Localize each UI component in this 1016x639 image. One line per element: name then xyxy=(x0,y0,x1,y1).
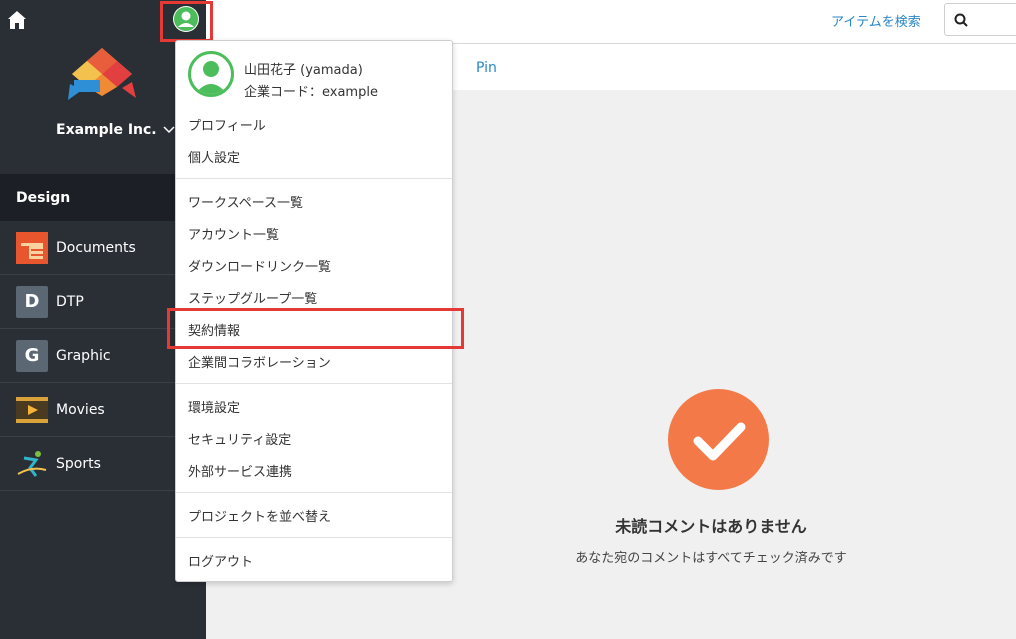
menu-item-profile[interactable]: プロフィール xyxy=(176,108,452,140)
empty-state-title: 未読コメントはありません xyxy=(615,517,807,536)
search-items-link[interactable]: アイテムを検索 xyxy=(831,11,921,30)
menu-item-download-links[interactable]: ダウンロードリンク一覧 xyxy=(176,249,452,281)
search-icon xyxy=(954,13,968,27)
sidebar-item-label: DTP xyxy=(56,293,84,310)
menu-item-personal-settings[interactable]: 個人設定 xyxy=(176,140,452,172)
sidebar-item-label: Documents xyxy=(56,239,136,256)
empty-state-subtitle: あなた宛のコメントはすべてチェック済みです xyxy=(575,551,847,566)
menu-divider xyxy=(176,537,452,538)
sidebar-item-label: Sports xyxy=(56,455,101,472)
company-name: Example Inc. xyxy=(56,122,157,138)
dropdown-company-code: 企業コード：example xyxy=(244,85,378,100)
menu-item-security-settings[interactable]: セキュリティ設定 xyxy=(176,422,452,454)
user-avatar-icon xyxy=(195,61,227,94)
menu-item-sort-projects[interactable]: プロジェクトを並べ替え xyxy=(176,499,452,531)
home-icon[interactable] xyxy=(6,9,28,31)
letter-d-glyph: D xyxy=(16,285,48,318)
company-logo xyxy=(68,48,136,100)
highlight-contract-info xyxy=(167,308,464,349)
menu-item-workspaces[interactable]: ワークスペース一覧 xyxy=(176,185,452,217)
highlight-user-button xyxy=(160,1,213,42)
checkmark-icon xyxy=(668,389,769,490)
chevron-down-icon xyxy=(163,126,175,134)
sports-icon xyxy=(16,448,48,480)
menu-item-external-services[interactable]: 外部サービス連携 xyxy=(176,454,452,486)
letter-d-icon: D xyxy=(16,285,48,318)
dropdown-user-info: 山田花子 (yamada) 企業コード：example xyxy=(188,51,448,103)
menu-item-accounts[interactable]: アカウント一覧 xyxy=(176,217,452,249)
documents-icon xyxy=(16,231,48,264)
search-input[interactable] xyxy=(944,3,1016,36)
letter-g-icon: G xyxy=(16,339,48,372)
tab-pin[interactable]: Pin xyxy=(476,60,497,76)
menu-divider xyxy=(176,492,452,493)
avatar xyxy=(188,51,234,97)
sidebar-item-label: Graphic xyxy=(56,347,111,364)
sidebar-item-label: Movies xyxy=(56,401,105,418)
letter-g-glyph: G xyxy=(16,339,48,372)
movies-icon xyxy=(16,394,48,426)
dropdown-user-name: 山田花子 (yamada) xyxy=(244,63,363,78)
company-switcher[interactable]: Example Inc. xyxy=(56,122,175,138)
menu-divider xyxy=(176,178,452,179)
menu-item-environment-settings[interactable]: 環境設定 xyxy=(176,390,452,422)
menu-item-logout[interactable]: ログアウト xyxy=(176,544,452,576)
top-bar: アイテムを検索 xyxy=(0,0,1016,44)
menu-divider xyxy=(176,383,452,384)
menu-item-collaboration[interactable]: 企業間コラボレーション xyxy=(176,345,452,377)
